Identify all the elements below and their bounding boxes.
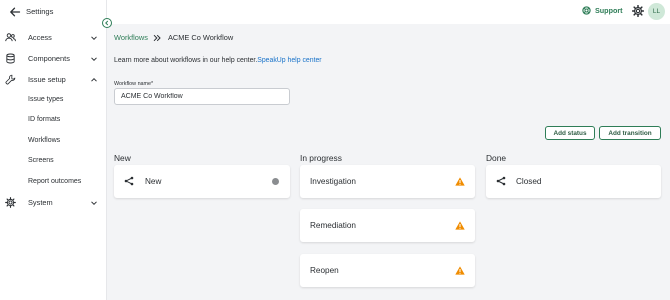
sidebar-header[interactable]: Settings — [0, 0, 107, 26]
database-icon — [6, 53, 15, 64]
warning-icon — [455, 177, 465, 186]
add-status-button[interactable]: Add status — [545, 126, 595, 140]
status-card-label: Remediation — [310, 221, 356, 230]
lifebuoy-icon — [582, 6, 591, 15]
column-title-done: Done — [486, 153, 507, 163]
sidebar-item-label: Issue setup — [28, 75, 66, 84]
workflow-name-input[interactable] — [114, 88, 290, 105]
sidebar-subitem-id-formats[interactable]: ID formats — [28, 116, 60, 123]
sidebar-subitem-screens[interactable]: Screens — [28, 157, 54, 164]
user-avatar[interactable]: LL — [648, 3, 665, 20]
help-text-prefix: Learn more about workflows in our help c… — [114, 57, 258, 64]
status-card-investigation[interactable]: Investigation — [300, 165, 475, 198]
status-indicator-dot — [272, 178, 279, 185]
support-label: Support — [595, 6, 623, 15]
transition-icon — [496, 176, 506, 186]
add-transition-button[interactable]: Add transition — [599, 126, 661, 140]
settings-gear-icon[interactable] — [632, 5, 644, 17]
help-text: Learn more about workflows in our help c… — [114, 57, 322, 64]
sidebar-subitem-issue-types[interactable]: Issue types — [28, 96, 63, 103]
workflow-name-label: Workflow name* — [114, 81, 154, 87]
status-card-label: Reopen — [310, 266, 339, 275]
column-title-new: New — [114, 153, 131, 163]
status-card-label: New — [145, 177, 162, 186]
warning-icon — [455, 221, 465, 230]
column-title-in-progress: In progress — [300, 153, 342, 163]
status-card-label: Investigation — [310, 177, 356, 186]
sidebar-item-components[interactable]: Components — [0, 50, 107, 68]
status-card-new[interactable]: New — [114, 165, 290, 198]
help-center-link[interactable]: SpeakUp help center — [257, 57, 321, 64]
breadcrumb-current: ACME Co Workflow — [168, 33, 234, 42]
gear-icon — [5, 197, 16, 208]
sidebar-item-label: Components — [28, 54, 70, 63]
transition-icon — [124, 176, 134, 186]
breadcrumb-workflows-link[interactable]: Workflows — [114, 33, 148, 42]
sidebar-subitem-report-outcomes[interactable]: Report outcomes — [28, 178, 81, 185]
status-card-closed[interactable]: Closed — [486, 165, 661, 198]
support-link[interactable]: Support — [582, 6, 623, 15]
chevron-up-icon — [91, 77, 97, 82]
status-card-remediation[interactable]: Remediation — [300, 209, 475, 242]
sidebar-item-label: System — [28, 198, 53, 207]
status-card-reopen[interactable]: Reopen — [300, 254, 475, 287]
sidebar-item-label: Access — [28, 33, 52, 42]
top-bar: Support — [107, 0, 670, 24]
back-arrow-icon[interactable] — [9, 6, 21, 18]
sidebar-item-issue-setup[interactable]: Issue setup — [0, 71, 107, 89]
status-card-label: Closed — [516, 177, 542, 186]
sidebar-item-system[interactable]: System — [0, 194, 107, 212]
chevron-down-icon — [91, 36, 97, 41]
chevron-down-icon — [91, 201, 97, 206]
sidebar-item-access[interactable]: Access — [0, 29, 107, 47]
chevron-down-icon — [91, 57, 97, 62]
sidebar-title: Settings — [26, 7, 54, 16]
warning-icon — [455, 266, 465, 275]
wrench-icon — [5, 74, 16, 85]
double-chevron-right-icon — [153, 34, 161, 42]
collapse-sidebar-button[interactable] — [102, 18, 112, 28]
sidebar: Settings Access Components Issue setup I… — [0, 0, 107, 300]
sidebar-subitem-workflows[interactable]: Workflows — [28, 137, 60, 144]
users-icon — [5, 33, 16, 42]
chevron-left-icon — [105, 20, 109, 26]
